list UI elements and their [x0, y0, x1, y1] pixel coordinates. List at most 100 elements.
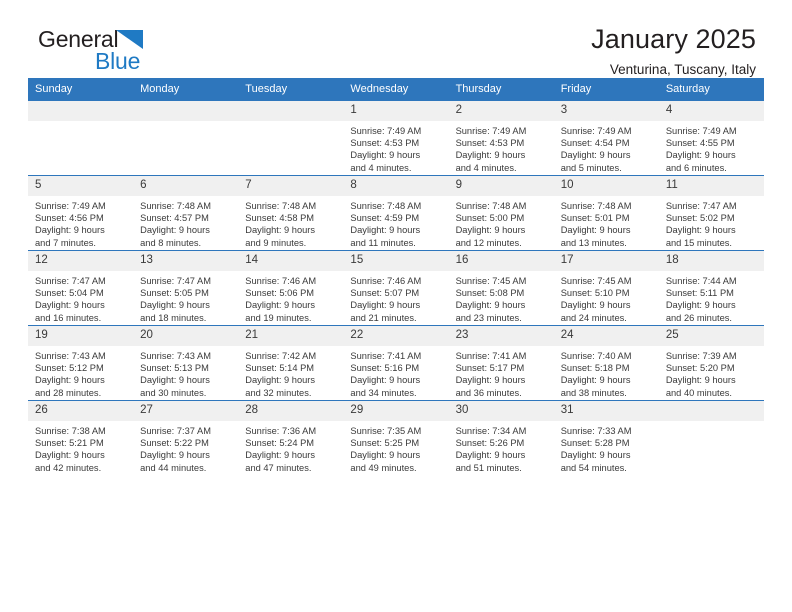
sunset-time: Sunset: 4:57 PM: [140, 213, 209, 224]
generalblue-logo[interactable]: General Blue: [38, 28, 238, 80]
sunrise-time: Sunrise: 7:42 AM: [245, 351, 317, 361]
day-details: Sunrise: 7:42 AM Sunset: 5:14 PM Daylight:…: [238, 346, 343, 399]
calendar-day-cell[interactable]: 8 Sunrise: 7:48 AM Sunset: 4:59 PM Daylight…: [343, 175, 449, 251]
calendar-day-cell[interactable]: 17 Sunrise: 7:45 AM Sunset: 5:10 PM Dayligh…: [553, 250, 659, 326]
calendar-day-cell[interactable]: 14 Sunrise: 7:46 AM Sunset: 5:06 PM Dayligh…: [238, 250, 344, 326]
weekday-header-friday: Friday: [553, 78, 659, 101]
calendar-day-cell[interactable]: 16 Sunrise: 7:45 AM Sunset: 5:08 PM Dayligh…: [448, 250, 554, 326]
calendar-day-cell-empty: [28, 101, 134, 176]
sunrise-time: Sunrise: 7:45 AM: [455, 276, 527, 286]
calendar-day-cell[interactable]: 24 Sunrise: 7:40 AM Sunset: 5:18 PM Dayligh…: [553, 325, 659, 401]
calendar-week-row: 5 Sunrise: 7:49 AM Sunset: 4:56 PM Daylight…: [28, 175, 764, 251]
daylight-duration-line2: and 54 minutes.: [560, 462, 627, 473]
daylight-duration-line2: and 42 minutes.: [35, 462, 102, 473]
day-number: [238, 101, 344, 121]
calendar-day-cell[interactable]: 19 Sunrise: 7:43 AM Sunset: 5:12 PM Dayligh…: [28, 325, 134, 401]
sunrise-time: Sunrise: 7:35 AM: [350, 426, 422, 436]
daylight-duration-line2: and 36 minutes.: [455, 387, 522, 398]
daylight-duration-line1: Daylight: 9 hours: [245, 300, 316, 311]
calendar-day-cell[interactable]: 3 Sunrise: 7:49 AM Sunset: 4:54 PM Daylight…: [553, 101, 659, 176]
daylight-duration-line1: Daylight: 9 hours: [350, 375, 421, 386]
day-number: [28, 101, 134, 121]
sunset-time: Sunset: 5:21 PM: [35, 438, 104, 449]
day-details: Sunrise: 7:49 AM Sunset: 4:56 PM Daylight:…: [28, 196, 133, 249]
daylight-duration-line2: and 47 minutes.: [245, 462, 312, 473]
calendar-day-cell[interactable]: 27 Sunrise: 7:37 AM Sunset: 5:22 PM Dayligh…: [133, 400, 239, 475]
calendar-day-cell[interactable]: 9 Sunrise: 7:48 AM Sunset: 5:00 PM Daylight…: [448, 175, 554, 251]
sunset-time: Sunset: 5:06 PM: [245, 288, 315, 299]
calendar-day-cell[interactable]: 11 Sunrise: 7:47 AM Sunset: 5:02 PM Dayligh…: [658, 175, 764, 251]
day-number: 21: [238, 326, 344, 346]
calendar-day-cell[interactable]: 7 Sunrise: 7:48 AM Sunset: 4:58 PM Daylight…: [238, 175, 344, 251]
sunset-time: Sunset: 4:53 PM: [350, 138, 420, 149]
calendar-day-cell[interactable]: 23 Sunrise: 7:41 AM Sunset: 5:17 PM Dayligh…: [448, 325, 554, 401]
calendar-page: General Blue January 2025 Venturina, Tus…: [0, 0, 792, 612]
calendar-day-cell[interactable]: 13 Sunrise: 7:47 AM Sunset: 5:05 PM Dayligh…: [133, 250, 239, 326]
page-subtitle: Venturina, Tuscany, Italy: [609, 62, 756, 77]
weekday-header-thursday: Thursday: [448, 78, 554, 101]
sunset-time: Sunset: 5:18 PM: [560, 363, 630, 374]
day-number: 11: [658, 176, 764, 196]
day-number: 29: [343, 401, 449, 421]
daylight-duration-line1: Daylight: 9 hours: [140, 450, 210, 461]
sunset-time: Sunset: 4:53 PM: [455, 138, 525, 149]
calendar-day-cell[interactable]: 31 Sunrise: 7:33 AM Sunset: 5:28 PM Dayligh…: [553, 400, 659, 475]
daylight-duration-line1: Daylight: 9 hours: [665, 300, 736, 311]
calendar-day-cell[interactable]: 1 Sunrise: 7:49 AM Sunset: 4:53 PM Daylight…: [343, 101, 449, 176]
day-number: 15: [343, 251, 449, 271]
daylight-duration-line1: Daylight: 9 hours: [455, 300, 526, 311]
day-details: Sunrise: 7:43 AM Sunset: 5:12 PM Daylight:…: [28, 346, 133, 399]
daylight-duration-line1: Daylight: 9 hours: [245, 450, 316, 461]
calendar-day-cell[interactable]: 12 Sunrise: 7:47 AM Sunset: 5:04 PM Dayligh…: [28, 250, 134, 326]
day-number: 23: [448, 326, 554, 346]
sunrise-time: Sunrise: 7:49 AM: [350, 126, 422, 136]
daylight-duration-line2: and 51 minutes.: [455, 462, 522, 473]
daylight-duration-line1: Daylight: 9 hours: [560, 225, 631, 236]
day-details: Sunrise: 7:34 AM Sunset: 5:26 PM Daylight:…: [449, 421, 554, 474]
calendar-day-cell[interactable]: 5 Sunrise: 7:49 AM Sunset: 4:56 PM Daylight…: [28, 175, 134, 251]
sunset-time: Sunset: 5:08 PM: [455, 288, 525, 299]
calendar-day-cell[interactable]: 6 Sunrise: 7:48 AM Sunset: 4:57 PM Daylight…: [133, 175, 239, 251]
calendar-week-row: 12 Sunrise: 7:47 AM Sunset: 5:04 PM Dayligh…: [28, 250, 764, 326]
calendar-day-cell[interactable]: 18 Sunrise: 7:44 AM Sunset: 5:11 PM Dayligh…: [658, 250, 764, 326]
calendar-day-cell[interactable]: 29 Sunrise: 7:35 AM Sunset: 5:25 PM Dayligh…: [343, 400, 449, 475]
day-number: 7: [238, 176, 344, 196]
sunrise-time: Sunrise: 7:48 AM: [140, 201, 211, 211]
day-details: Sunrise: 7:49 AM Sunset: 4:53 PM Daylight:…: [449, 121, 554, 174]
calendar-day-cell[interactable]: 28 Sunrise: 7:36 AM Sunset: 5:24 PM Dayligh…: [238, 400, 344, 475]
day-details: Sunrise: 7:41 AM Sunset: 5:17 PM Daylight:…: [449, 346, 554, 399]
day-details: Sunrise: 7:47 AM Sunset: 5:05 PM Daylight:…: [133, 271, 238, 324]
sunset-time: Sunset: 5:11 PM: [665, 288, 734, 299]
daylight-duration-line2: and 32 minutes.: [245, 387, 312, 398]
sunrise-time: Sunrise: 7:40 AM: [560, 351, 632, 361]
sunset-time: Sunset: 5:12 PM: [35, 363, 104, 374]
weekday-header-tuesday: Tuesday: [238, 78, 344, 101]
day-number: 31: [553, 401, 659, 421]
day-details: Sunrise: 7:48 AM Sunset: 4:59 PM Daylight:…: [343, 196, 448, 249]
daylight-duration-line2: and 8 minutes.: [140, 237, 202, 248]
calendar-day-cell[interactable]: 26 Sunrise: 7:38 AM Sunset: 5:21 PM Dayligh…: [28, 400, 134, 475]
day-details: Sunrise: 7:47 AM Sunset: 5:04 PM Daylight:…: [28, 271, 133, 324]
daylight-duration-line2: and 4 minutes.: [455, 162, 517, 173]
calendar-day-cell[interactable]: 30 Sunrise: 7:34 AM Sunset: 5:26 PM Dayligh…: [448, 400, 554, 475]
weekday-header-row: Sunday Monday Tuesday Wednesday Thursday…: [28, 78, 764, 101]
day-number: 12: [28, 251, 134, 271]
sunset-time: Sunset: 5:24 PM: [245, 438, 315, 449]
calendar-day-cell[interactable]: 15 Sunrise: 7:46 AM Sunset: 5:07 PM Dayligh…: [343, 250, 449, 326]
daylight-duration-line1: Daylight: 9 hours: [455, 450, 526, 461]
calendar-day-cell[interactable]: 10 Sunrise: 7:48 AM Sunset: 5:01 PM Dayligh…: [553, 175, 659, 251]
calendar-day-cell[interactable]: 25 Sunrise: 7:39 AM Sunset: 5:20 PM Dayligh…: [658, 325, 764, 401]
calendar-day-cell[interactable]: 4 Sunrise: 7:49 AM Sunset: 4:55 PM Daylight…: [658, 101, 764, 176]
sunset-time: Sunset: 5:22 PM: [140, 438, 209, 449]
calendar-day-cell[interactable]: 2 Sunrise: 7:49 AM Sunset: 4:53 PM Daylight…: [448, 101, 554, 176]
day-details: Sunrise: 7:35 AM Sunset: 5:25 PM Daylight:…: [343, 421, 448, 474]
calendar-day-cell[interactable]: 20 Sunrise: 7:43 AM Sunset: 5:13 PM Dayligh…: [133, 325, 239, 401]
calendar-day-cell[interactable]: 22 Sunrise: 7:41 AM Sunset: 5:16 PM Dayligh…: [343, 325, 449, 401]
calendar-day-cell[interactable]: 21 Sunrise: 7:42 AM Sunset: 5:14 PM Dayligh…: [238, 325, 344, 401]
daylight-duration-line2: and 6 minutes.: [665, 162, 727, 173]
day-number: [658, 401, 764, 421]
daylight-duration-line1: Daylight: 9 hours: [35, 375, 105, 386]
daylight-duration-line2: and 23 minutes.: [455, 312, 522, 323]
sunrise-time: Sunrise: 7:45 AM: [560, 276, 632, 286]
calendar-body: 1 Sunrise: 7:49 AM Sunset: 4:53 PM Daylight…: [28, 101, 764, 475]
